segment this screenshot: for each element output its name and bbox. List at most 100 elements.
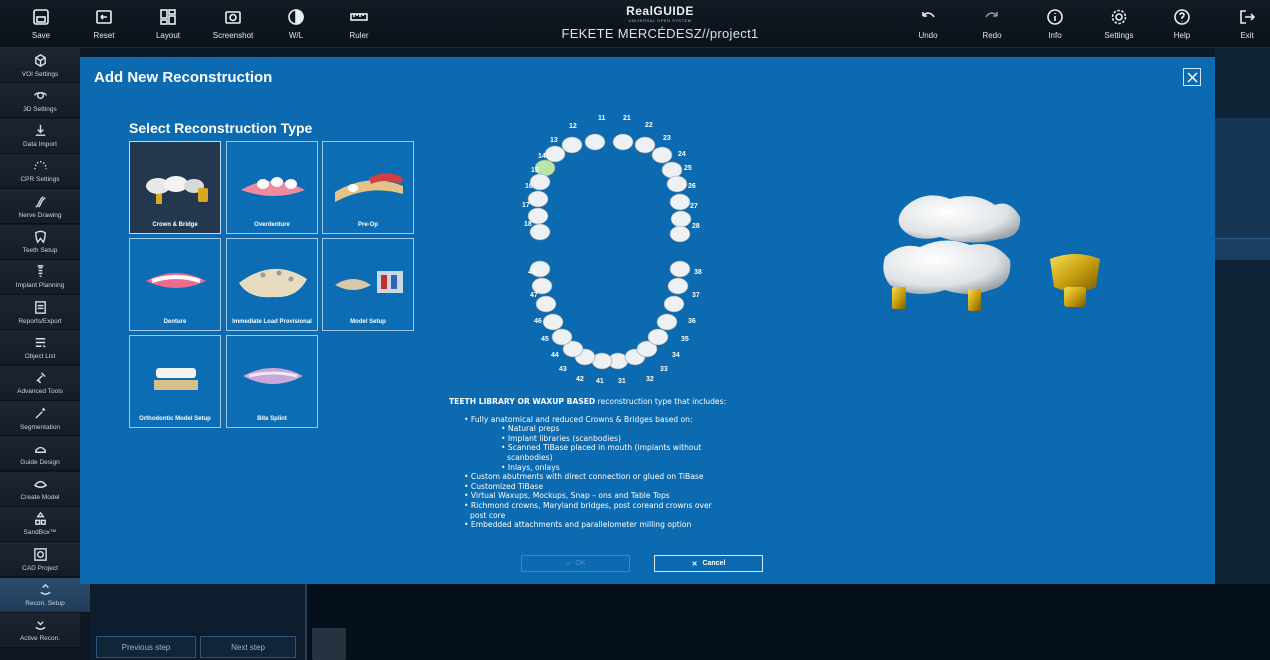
tile-overdenture[interactable]: Overdenture — [226, 141, 318, 234]
tooth-46[interactable] — [535, 295, 557, 313]
wand-icon — [34, 407, 45, 419]
tooth-26[interactable] — [669, 193, 691, 211]
sidebar-item-label: Data Import — [23, 141, 57, 149]
sidebar-item-advanced-tools[interactable]: Advanced Tools — [0, 365, 80, 401]
tooth-number-37: 37 — [692, 292, 700, 299]
description-item: post core — [470, 510, 506, 520]
tooth-number-36: 36 — [688, 318, 696, 325]
next-step-button[interactable]: Next step — [200, 636, 296, 658]
cancel-button[interactable]: ✕ Cancel — [654, 555, 763, 572]
settings-button[interactable]: Settings — [1084, 0, 1154, 48]
tooth-24[interactable] — [661, 161, 683, 179]
ruler-button[interactable]: Ruler — [324, 0, 394, 48]
sidebar-item-label: SandBox™ — [23, 529, 57, 537]
info-button[interactable]: Info — [1020, 0, 1090, 48]
redo-label: Redo — [982, 31, 1002, 40]
sidebar-item-create-model[interactable]: Create Model — [0, 471, 80, 507]
close-x-icon: ✕ — [691, 560, 698, 568]
tile-pre-op[interactable]: Pre-Op — [322, 141, 414, 234]
list-icon — [35, 337, 46, 348]
sidebar-item-segmentation[interactable]: Segmentation — [0, 401, 80, 436]
tooth-35[interactable] — [656, 313, 678, 331]
tooth-13[interactable] — [544, 145, 566, 163]
tile-immediate-load-provisional[interactable]: Immediate Load Provisional — [226, 238, 318, 331]
tile-denture[interactable]: Denture — [129, 238, 221, 331]
tooth-icon — [34, 230, 46, 244]
ok-label: OK — [575, 560, 586, 567]
tooth-number-22: 22 — [645, 122, 653, 129]
camera-icon — [225, 11, 241, 24]
help-icon — [1174, 9, 1190, 25]
tooth-23[interactable] — [651, 146, 673, 164]
tile-orthodontic-model-setup[interactable]: Orthodontic Model Setup — [129, 335, 221, 428]
tooth-12[interactable] — [561, 136, 583, 154]
tooth-number-47: 47 — [530, 292, 538, 299]
tooth-22[interactable] — [634, 136, 656, 154]
tooth-45[interactable] — [542, 313, 564, 331]
sidebar-item-sandbox[interactable]: SandBox™ — [0, 506, 80, 542]
tooth-44[interactable] — [551, 328, 573, 346]
sidebar-item-nerve-drawing[interactable]: Nerve Drawing — [0, 189, 80, 225]
tooth-18[interactable] — [529, 223, 551, 241]
layout-label: Layout — [155, 31, 181, 40]
sidebar-item-guide-design[interactable]: Guide Design — [0, 436, 80, 472]
tooth-16[interactable] — [527, 190, 549, 208]
exit-button[interactable]: Exit — [1212, 0, 1270, 48]
crown-bridge-preview — [883, 195, 1100, 311]
sidebar-item-object-list[interactable]: Object List — [0, 330, 80, 366]
sidebar-item-teeth-setup[interactable]: Teeth Setup — [0, 224, 80, 260]
tile-bite-splint[interactable]: Bite Splint — [226, 335, 318, 428]
sidebar-item-data-import[interactable]: Data Import — [0, 118, 80, 154]
sidebar-item-active-recon[interactable]: Active Recon. — [0, 612, 80, 648]
description-item: • Natural preps — [501, 424, 560, 434]
save-button[interactable]: Save — [6, 0, 76, 48]
sidebar-item-cpr-settings[interactable]: CPR Settings — [0, 153, 80, 189]
description-item: • Richmond crowns, Maryland bridges, pos… — [464, 500, 712, 510]
arch-dots-icon — [33, 161, 47, 170]
tooth-28[interactable] — [669, 225, 691, 243]
cube-icon — [34, 53, 46, 67]
sidebar-item-recon-setup[interactable]: Recon. Setup — [0, 577, 90, 613]
tooth-38[interactable] — [669, 260, 691, 278]
sidebar-item-implant-planning[interactable]: Implant Planning — [0, 259, 80, 295]
close-button[interactable] — [1183, 68, 1201, 86]
undo-button[interactable]: Undo — [893, 0, 963, 48]
tooth-11[interactable] — [584, 133, 606, 151]
brand-subtitle: UNIVERSAL OPEN SYSTEM — [628, 18, 692, 23]
layout-button[interactable]: Layout — [133, 0, 203, 48]
right-panel-add-row[interactable] — [1215, 238, 1270, 260]
sidebar-item-label: 3D Settings — [23, 105, 57, 113]
reset-button[interactable]: Reset — [69, 0, 139, 48]
previous-step-button[interactable]: Previous step — [96, 636, 196, 658]
top-toolbar: Save Reset Layout Screenshot W/L Ruler R… — [0, 0, 1270, 48]
tooth-25[interactable] — [666, 175, 688, 193]
tooth-37[interactable] — [667, 277, 689, 295]
window-level-button[interactable]: W/L — [261, 0, 331, 48]
tooth-number-48: 48 — [528, 269, 536, 276]
tooth-34[interactable] — [647, 328, 669, 346]
tooth-number-35: 35 — [681, 336, 689, 343]
tile-model-setup[interactable]: Model Setup — [322, 238, 414, 331]
tooth-15[interactable] — [529, 173, 551, 191]
screenshot-button[interactable]: Screenshot — [198, 0, 268, 48]
head-orientation-thumbnail[interactable] — [312, 628, 346, 660]
description-item: • Inlays, onlays — [501, 462, 560, 472]
sidebar-item-cad-project[interactable]: CAD Project — [0, 542, 80, 578]
tooth-number-43: 43 — [559, 366, 567, 373]
tooth-21[interactable] — [612, 133, 634, 151]
sidebar-item-label: Segmentation — [19, 423, 61, 431]
sidebar-item-label: Advanced Tools — [17, 388, 63, 396]
help-button[interactable]: Help — [1147, 0, 1217, 48]
right-panel-list — [1215, 118, 1270, 238]
ok-button[interactable]: ✓ OK — [521, 555, 630, 572]
redo-button[interactable]: Redo — [957, 0, 1027, 48]
sidebar-item-3d-settings[interactable]: 3D Settings — [0, 83, 80, 119]
tooth-36[interactable] — [663, 295, 685, 313]
sidebar-item-reports-export[interactable]: Reports/Export — [0, 295, 80, 331]
tile-thumbnail — [146, 176, 208, 204]
tile-thumbnail — [146, 273, 206, 288]
sidebar-item-voi-settings[interactable]: VOI Settings — [0, 48, 80, 83]
tooth-chart: 11 12 13 14 15 16 17 18 21 22 23 24 25 26 27 28 31 32 33 34… — [522, 115, 702, 385]
tooth-27[interactable] — [670, 210, 692, 228]
tile-crown-bridge[interactable]: Crown & Bridge — [129, 141, 221, 234]
